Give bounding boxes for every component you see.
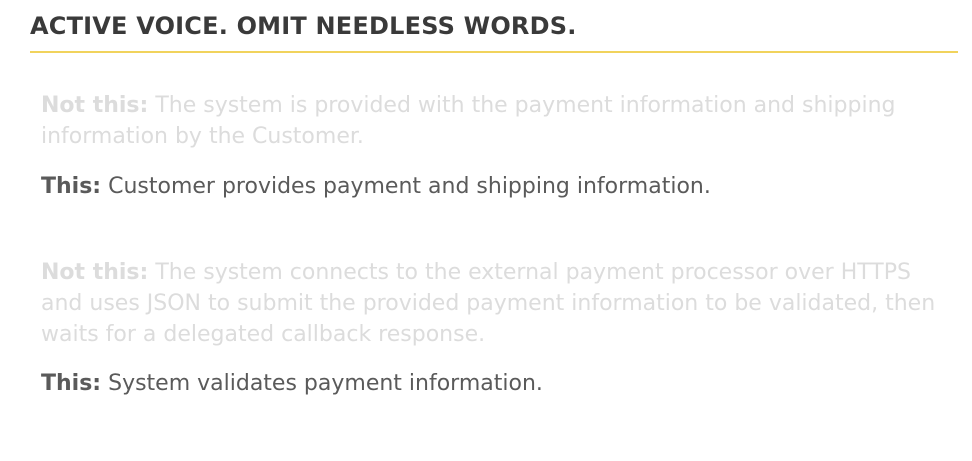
- example-2-this: This: System validates payment informati…: [41, 368, 946, 399]
- not-this-text: The system connects to the external paym…: [41, 260, 936, 347]
- not-this-text: The system is provided with the payment …: [41, 93, 896, 149]
- this-text: Customer provides payment and shipping i…: [101, 174, 711, 199]
- example-1-this: This: Customer provides payment and ship…: [41, 171, 946, 202]
- title-underline: [30, 51, 958, 53]
- slide: ACTIVE VOICE. OMIT NEEDLESS WORDS. Not t…: [0, 0, 972, 461]
- not-this-label: Not this:: [41, 93, 149, 118]
- this-label: This:: [41, 371, 102, 396]
- this-text: System validates payment information.: [101, 371, 543, 396]
- this-label: This:: [41, 174, 102, 199]
- example-1-not-this: Not this: The system is provided with th…: [41, 90, 946, 152]
- not-this-label: Not this:: [41, 260, 149, 285]
- slide-title: ACTIVE VOICE. OMIT NEEDLESS WORDS.: [30, 12, 577, 40]
- example-2-not-this: Not this: The system connects to the ext…: [41, 257, 946, 350]
